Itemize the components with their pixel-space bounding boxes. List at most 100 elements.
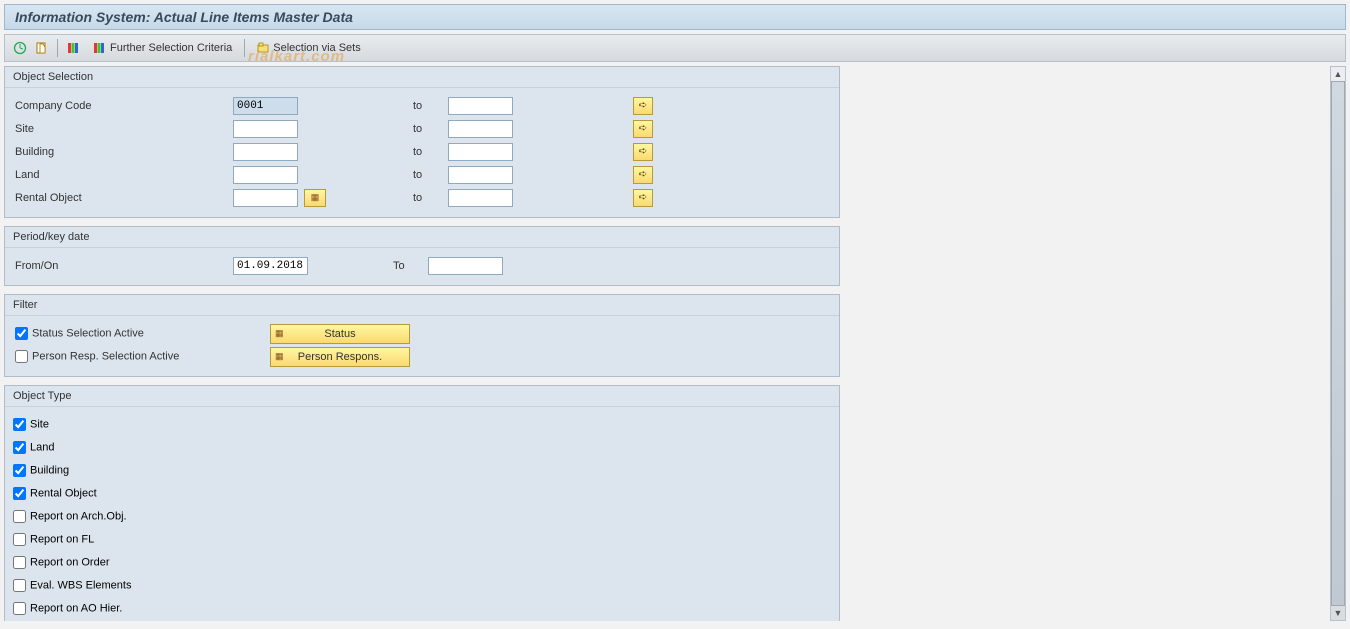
variant-icon[interactable] — [33, 39, 51, 57]
multiple-selection-site[interactable] — [633, 120, 653, 138]
scroll-down-icon[interactable]: ▼ — [1331, 606, 1345, 620]
label-ot-wbs: Eval. WBS Elements — [13, 579, 131, 592]
scroll-up-icon[interactable]: ▲ — [1331, 67, 1345, 81]
input-land-to[interactable] — [448, 166, 513, 184]
row-building: Building to — [13, 140, 831, 163]
title-bar: Information System: Actual Line Items Ma… — [4, 4, 1346, 30]
checkbox-arch-obj-label: Report on Arch.Obj. — [30, 510, 127, 522]
row-ot-ao-hier: Report on AO Hier. — [13, 597, 831, 620]
content-area: Object Selection Company Code to Site to — [4, 66, 1346, 621]
label-ot-order: Report on Order — [13, 556, 109, 569]
label-ot-site: Site — [13, 418, 49, 431]
to-label: to — [413, 169, 448, 181]
status-button[interactable]: ▦Status — [270, 324, 410, 344]
scrollbar-thumb[interactable] — [1331, 81, 1345, 606]
group-body-period: From/On To — [5, 248, 839, 285]
label-site: Site — [13, 123, 233, 135]
checkbox-land-label: Land — [30, 441, 54, 453]
page-title: Information System: Actual Line Items Ma… — [15, 9, 353, 25]
group-title-object-type: Object Type — [5, 386, 839, 407]
to-label: to — [413, 146, 448, 158]
checkbox-site[interactable] — [13, 418, 26, 431]
group-object-selection: Object Selection Company Code to Site to — [4, 66, 840, 218]
label-ot-ao-hier: Report on AO Hier. — [13, 602, 122, 615]
label-rental-object: Rental Object — [13, 192, 233, 204]
row-site: Site to — [13, 117, 831, 140]
group-object-type: Object Type Site Land Building Rental Ob… — [4, 385, 840, 621]
input-rental-object-from[interactable] — [233, 189, 298, 207]
to-label: to — [413, 192, 448, 204]
input-company-code-from[interactable] — [233, 97, 298, 115]
helper-icon: ▦ — [311, 192, 320, 203]
row-ot-fl: Report on FL — [13, 528, 831, 551]
checkbox-rental-object[interactable] — [13, 487, 26, 500]
vertical-scrollbar[interactable]: ▲ ▼ — [1330, 66, 1346, 621]
checkbox-status-selection[interactable] — [15, 327, 28, 340]
group-title-period: Period/key date — [5, 227, 839, 248]
checkbox-wbs[interactable] — [13, 579, 26, 592]
rental-object-helper-button[interactable]: ▦ — [304, 189, 326, 207]
input-site-to[interactable] — [448, 120, 513, 138]
group-period: Period/key date From/On To — [4, 226, 840, 286]
input-site-from[interactable] — [233, 120, 298, 138]
multiple-selection-land[interactable] — [633, 166, 653, 184]
to-label: to — [413, 100, 448, 112]
label-status-selection: Status Selection Active — [13, 327, 233, 340]
input-land-from[interactable] — [233, 166, 298, 184]
row-ot-building: Building — [13, 459, 831, 482]
further-selection-label: Further Selection Criteria — [110, 42, 232, 54]
label-land: Land — [13, 169, 233, 181]
person-responsible-button-label: Person Respons. — [298, 351, 382, 363]
label-ot-fl: Report on FL — [13, 533, 94, 546]
checkbox-site-label: Site — [30, 418, 49, 430]
checkbox-wbs-label: Eval. WBS Elements — [30, 579, 131, 591]
label-company-code: Company Code — [13, 100, 233, 112]
checkbox-person-responsible-label: Person Resp. Selection Active — [32, 350, 179, 362]
toolbar-separator — [244, 39, 245, 57]
expand-icon: ▦ — [275, 328, 284, 339]
checkbox-ao-hier[interactable] — [13, 602, 26, 615]
row-ot-wbs: Eval. WBS Elements — [13, 574, 831, 597]
execute-icon[interactable] — [11, 39, 29, 57]
checkbox-land[interactable] — [13, 441, 26, 454]
multiple-selection-rental-object[interactable] — [633, 189, 653, 207]
checkbox-building-label: Building — [30, 464, 69, 476]
row-ot-order: Report on Order — [13, 551, 831, 574]
checkbox-fl[interactable] — [13, 533, 26, 546]
row-person-responsible: Person Resp. Selection Active ▦ Person Re… — [13, 345, 831, 368]
multiple-selection-company-code[interactable] — [633, 97, 653, 115]
label-building: Building — [13, 146, 233, 158]
further-selection-button[interactable]: Further Selection Criteria — [86, 39, 238, 57]
input-to-date[interactable] — [428, 257, 503, 275]
input-company-code-to[interactable] — [448, 97, 513, 115]
color-legend-icon[interactable] — [64, 39, 82, 57]
checkbox-building[interactable] — [13, 464, 26, 477]
checkbox-person-responsible[interactable] — [15, 350, 28, 363]
row-land: Land to — [13, 163, 831, 186]
multiple-selection-building[interactable] — [633, 143, 653, 161]
row-ot-rental: Rental Object — [13, 482, 831, 505]
label-ot-land: Land — [13, 441, 54, 454]
input-building-from[interactable] — [233, 143, 298, 161]
group-body-filter: Status Selection Active ▦Status Person R… — [5, 316, 839, 376]
person-responsible-button[interactable]: ▦ Person Respons. — [270, 347, 410, 367]
checkbox-status-selection-label: Status Selection Active — [32, 327, 144, 339]
input-building-to[interactable] — [448, 143, 513, 161]
group-title-object-selection: Object Selection — [5, 67, 839, 88]
checkbox-ao-hier-label: Report on AO Hier. — [30, 602, 122, 614]
toolbar-separator — [57, 39, 58, 57]
label-to: To — [393, 260, 428, 272]
input-from-on[interactable] — [233, 257, 308, 275]
checkbox-order[interactable] — [13, 556, 26, 569]
group-title-filter: Filter — [5, 295, 839, 316]
expand-icon: ▦ — [275, 351, 284, 362]
label-ot-rental: Rental Object — [13, 487, 97, 500]
input-rental-object-to[interactable] — [448, 189, 513, 207]
row-ot-arch: Report on Arch.Obj. — [13, 505, 831, 528]
group-body-object-type: Site Land Building Rental Object Report … — [5, 407, 839, 621]
row-from-on: From/On To — [13, 254, 831, 277]
checkbox-rental-object-label: Rental Object — [30, 487, 97, 499]
label-person-responsible: Person Resp. Selection Active — [13, 350, 233, 363]
checkbox-arch-obj[interactable] — [13, 510, 26, 523]
label-ot-arch: Report on Arch.Obj. — [13, 510, 127, 523]
